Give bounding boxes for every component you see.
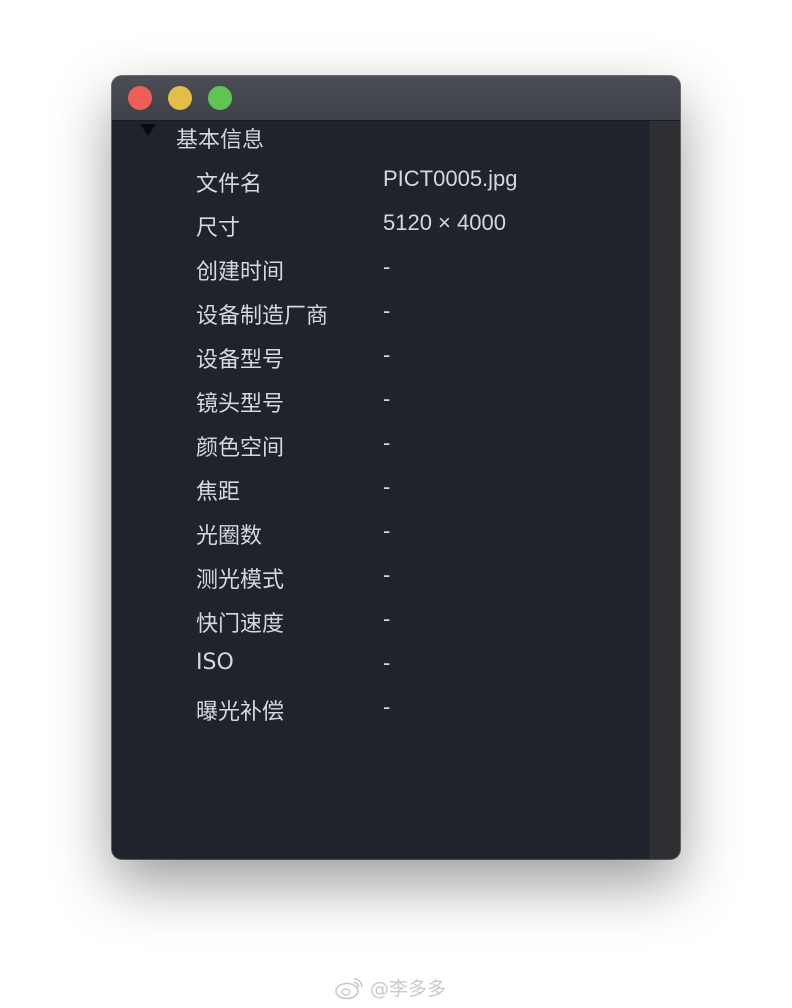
property-row: 测光模式 - xyxy=(112,556,650,600)
property-row: 设备制造厂商 - xyxy=(112,292,650,336)
property-value: - xyxy=(383,386,391,411)
property-row: 文件名 PICT0005.jpg xyxy=(112,160,650,204)
property-key: 焦距 xyxy=(196,480,241,505)
info-panel: 基本信息 文件名 PICT0005.jpg 尺寸 5120 × 4000 创建时间 -… xyxy=(112,121,650,859)
minimize-button[interactable] xyxy=(168,86,192,110)
property-key: 尺寸 xyxy=(196,216,241,241)
property-row: 焦距 - xyxy=(112,468,650,512)
property-key: 设备制造厂商 xyxy=(196,304,329,329)
property-value: - xyxy=(383,254,391,279)
section-title: 基本信息 xyxy=(176,128,265,153)
property-key: 光圈数 xyxy=(196,524,263,549)
zoom-button[interactable] xyxy=(208,86,232,110)
property-key: ISO xyxy=(196,650,234,675)
property-value: - xyxy=(383,562,391,587)
property-value: - xyxy=(383,430,391,455)
info-window: 基本信息 文件名 PICT0005.jpg 尺寸 5120 × 4000 创建时间 -… xyxy=(112,76,680,859)
weibo-icon xyxy=(335,977,363,999)
watermark: @李多多 xyxy=(334,974,446,1001)
property-key: 曝光补偿 xyxy=(196,700,285,725)
property-key: 快门速度 xyxy=(196,612,285,637)
disclosure-triangle-icon[interactable] xyxy=(140,124,156,136)
property-value: - xyxy=(383,518,391,543)
property-row: 尺寸 5120 × 4000 xyxy=(112,204,650,248)
property-value: - xyxy=(383,694,391,719)
property-value: 5120 × 4000 xyxy=(383,210,506,235)
property-key: 创建时间 xyxy=(196,260,285,285)
property-row: ISO - xyxy=(112,644,650,688)
property-key: 颜色空间 xyxy=(196,436,285,461)
close-button[interactable] xyxy=(128,86,152,110)
property-value: PICT0005.jpg xyxy=(383,166,518,191)
property-value: - xyxy=(383,474,391,499)
property-row: 设备型号 - xyxy=(112,336,650,380)
property-key: 测光模式 xyxy=(196,568,285,593)
property-value: - xyxy=(383,650,391,675)
property-list: 文件名 PICT0005.jpg 尺寸 5120 × 4000 创建时间 - 设备制造… xyxy=(112,160,650,732)
title-bar[interactable] xyxy=(112,76,680,121)
property-value: - xyxy=(383,606,391,631)
property-row: 创建时间 - xyxy=(112,248,650,292)
property-key: 设备型号 xyxy=(196,348,285,373)
property-row: 颜色空间 - xyxy=(112,424,650,468)
vertical-scrollbar[interactable] xyxy=(649,121,680,859)
property-row: 快门速度 - xyxy=(112,600,650,644)
property-row: 镜头型号 - xyxy=(112,380,650,424)
section-header-basic-info[interactable]: 基本信息 xyxy=(140,121,264,155)
property-key: 文件名 xyxy=(196,172,263,197)
property-row: 光圈数 - xyxy=(112,512,650,556)
watermark-text: @李多多 xyxy=(370,978,447,1000)
property-value: - xyxy=(383,298,391,323)
property-value: - xyxy=(383,342,391,367)
property-row: 曝光补偿 - xyxy=(112,688,650,732)
property-key: 镜头型号 xyxy=(196,392,285,417)
